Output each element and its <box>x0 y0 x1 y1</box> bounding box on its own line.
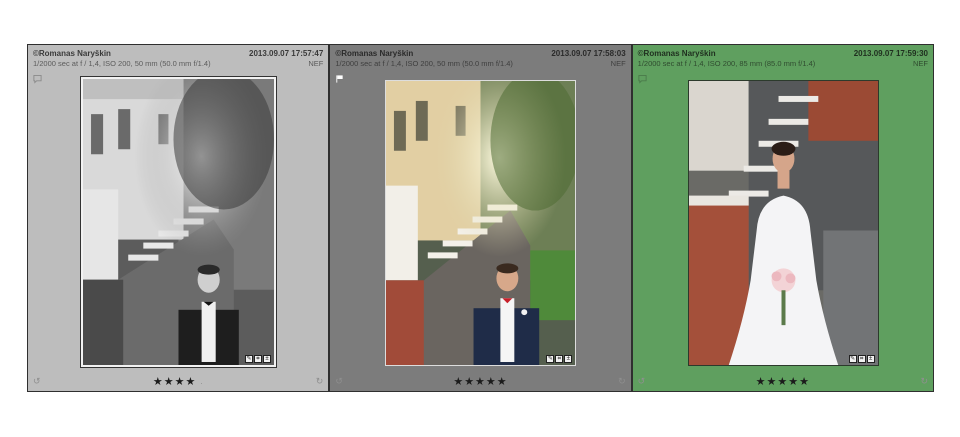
file-format: NEF <box>610 59 626 68</box>
cell-subheader: 1/2000 sec at f / 1,4, ISO 200, 50 mm (5… <box>33 58 323 69</box>
thumbnail-photo[interactable]: ✎ ⌗ ± <box>385 80 577 366</box>
rotate-right-icon[interactable]: ↻ <box>920 376 928 387</box>
comment-flag-icon[interactable] <box>33 74 42 84</box>
star-rating[interactable]: ★★★★★ <box>633 375 933 388</box>
thumbnail-photo[interactable]: ✎ ⌗ ± <box>80 76 277 368</box>
stars: ★★★★ <box>152 376 197 388</box>
stars: ★★★★★ <box>453 376 508 388</box>
thumbnail-badges: ✎ ⌗ ± <box>546 355 573 363</box>
exposure-info: 1/2000 sec at f / 1,4, ISO 200, 85 mm (8… <box>637 59 816 68</box>
exposure-info: 1/2000 sec at f / 1,4, ISO 200, 50 mm (5… <box>33 59 211 68</box>
star-rating[interactable]: ★★★★ · <box>28 375 328 388</box>
pick-flag-icon[interactable] <box>335 74 344 84</box>
groom-color-photo <box>386 81 576 365</box>
crop-badge-icon[interactable]: ⌗ <box>555 355 564 363</box>
exposure-info: 1/2000 sec at f / 1,4, ISO 200, 50 mm (5… <box>335 59 513 68</box>
file-format: NEF <box>912 59 928 68</box>
crop-badge-icon[interactable]: ⌗ <box>857 355 866 363</box>
cell-subheader: 1/2000 sec at f / 1,4, ISO 200, 85 mm (8… <box>638 58 928 69</box>
cell-subheader: 1/2000 sec at f / 1,4, ISO 200, 50 mm (5… <box>335 58 625 69</box>
crop-badge-icon[interactable]: ⌗ <box>254 355 262 363</box>
edit-badge-icon[interactable]: ✎ <box>245 355 253 363</box>
edit-badge-icon[interactable]: ✎ <box>546 355 555 363</box>
photo-cell-1[interactable]: ©Romanas Naryškin 2013.09.07 17:57:47 1/… <box>28 45 329 391</box>
edit-badge-icon[interactable]: ✎ <box>848 355 857 363</box>
rotate-right-icon[interactable]: ↻ <box>618 376 626 387</box>
thumbnail-badges: ✎ ⌗ ± <box>245 355 271 363</box>
bride-photo <box>688 81 878 365</box>
groom-bw-photo <box>83 79 274 365</box>
filmstrip: ©Romanas Naryškin 2013.09.07 17:57:47 1/… <box>27 44 934 392</box>
photo-cell-2[interactable]: ©Romanas Naryškin 2013.09.07 17:58:03 1/… <box>330 45 631 391</box>
thumbnail-photo[interactable]: ✎ ⌗ ± <box>687 80 879 366</box>
thumbnail-badges: ✎ ⌗ ± <box>848 355 875 363</box>
star-dot: · <box>200 381 204 387</box>
rotate-right-icon[interactable]: ↻ <box>316 376 324 387</box>
stars: ★★★★★ <box>755 376 810 388</box>
file-format: NEF <box>308 59 324 68</box>
develop-badge-icon[interactable]: ± <box>866 355 875 363</box>
photo-cell-3[interactable]: ©Romanas Naryškin 2013.09.07 17:59:30 1/… <box>632 45 933 391</box>
star-rating[interactable]: ★★★★★ <box>330 375 630 388</box>
comment-flag-icon[interactable] <box>638 74 647 84</box>
develop-badge-icon[interactable]: ± <box>263 355 271 363</box>
develop-badge-icon[interactable]: ± <box>564 355 573 363</box>
